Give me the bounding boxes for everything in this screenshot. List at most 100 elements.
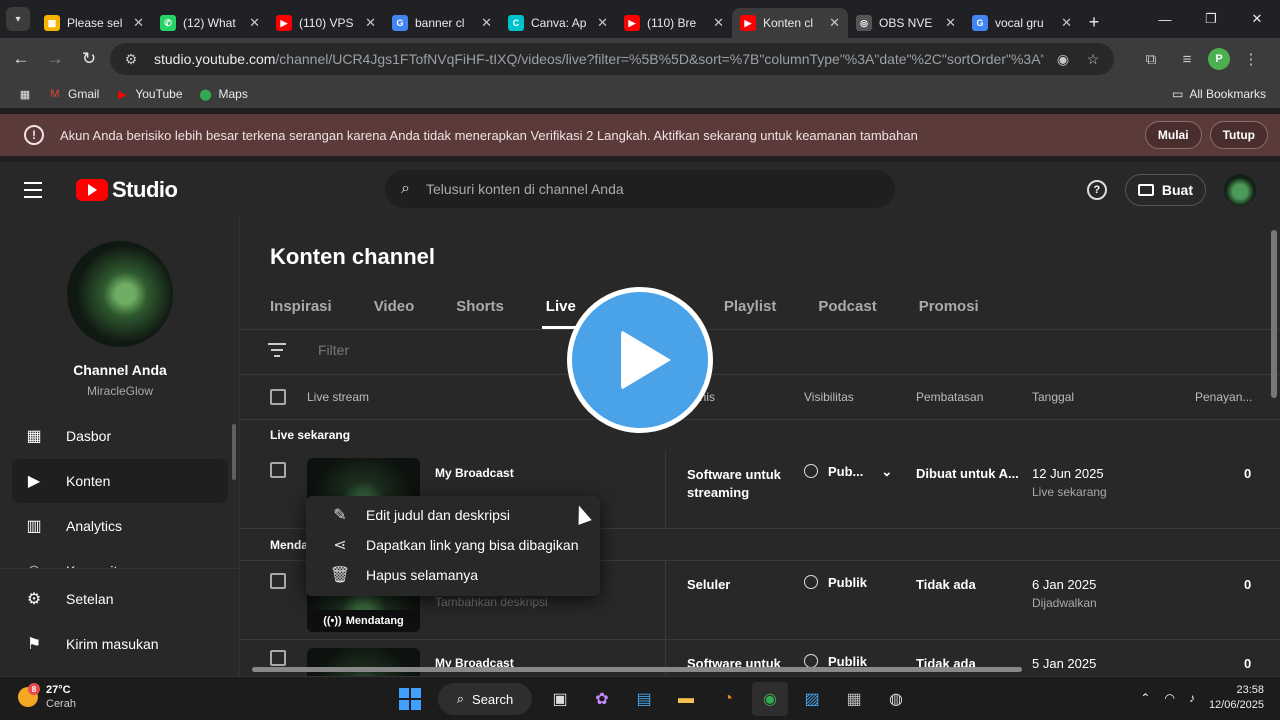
help-icon[interactable]: ? (1086, 180, 1107, 200)
tab-podcast[interactable]: Podcast (818, 298, 876, 328)
calculator-icon[interactable]: ▦ (836, 682, 872, 716)
dismiss-button[interactable]: Tutup (1209, 121, 1268, 149)
studio-logo[interactable]: Studio (76, 177, 178, 203)
profile-avatar[interactable]: P (1208, 48, 1230, 70)
column-restrictions[interactable]: Pembatasan (916, 390, 983, 404)
tab-shorts[interactable]: Shorts (456, 298, 504, 328)
close-tab-icon[interactable]: ✕ (133, 15, 144, 31)
photos-icon[interactable]: ▨ (794, 682, 830, 716)
blender-icon[interactable]: ◔ (710, 682, 746, 716)
browser-tab[interactable]: ▦ Please sel ✕ (36, 8, 152, 38)
tab-inspiration[interactable]: Inspirasi (270, 298, 332, 328)
clock[interactable]: 23:58 12/06/2025 (1209, 683, 1264, 713)
address-bar[interactable]: ⚙ studio.youtube.com/channel/UCR4Jgs1FTo… (110, 43, 1114, 75)
close-tab-icon[interactable]: ✕ (365, 15, 376, 31)
extensions-icon[interactable]: ⧉ (1136, 44, 1166, 74)
wifi-icon[interactable]: ◠ (1164, 691, 1174, 705)
account-avatar[interactable] (1224, 174, 1256, 206)
hamburger-menu-icon[interactable] (24, 182, 48, 198)
visibility-select[interactable]: Publik (804, 575, 867, 590)
media-icon[interactable]: ≡ (1172, 44, 1202, 74)
create-button[interactable]: Buat (1124, 174, 1206, 206)
page-vertical-scrollbar[interactable] (1271, 230, 1277, 398)
column-live-stream[interactable]: Live stream (307, 390, 369, 404)
eye-off-icon[interactable]: ◉ (1052, 48, 1074, 70)
volume-icon[interactable]: ♪ (1189, 691, 1195, 705)
reload-icon[interactable]: ↻ (72, 42, 106, 76)
close-tab-icon[interactable]: ✕ (1061, 15, 1072, 31)
visibility-select[interactable]: Pub... ⌄ (804, 464, 892, 480)
tab-search-icon[interactable]: ▾ (6, 7, 30, 31)
menu-item-share-link[interactable]: ⋖ Dapatkan link yang bisa dibagikan (306, 530, 600, 560)
row-checkbox[interactable] (270, 462, 286, 478)
restriction-value[interactable]: Dibuat untuk A... (916, 466, 1019, 481)
site-info-icon[interactable]: ⚙ (120, 48, 142, 70)
sidebar-item-content[interactable]: ▶ Konten (12, 459, 228, 503)
menu-item-edit[interactable]: ✎ Edit judul dan deskripsi (306, 500, 600, 530)
menu-icon[interactable]: ⋮ (1236, 44, 1266, 74)
close-window-icon[interactable]: ✕ (1234, 0, 1280, 38)
row-checkbox[interactable] (270, 650, 286, 666)
store-icon[interactable]: ▤ (626, 682, 662, 716)
browser-tab[interactable]: Gbanner cl ✕ (384, 8, 500, 38)
browser-tab[interactable]: ▶ (110) VPS ✕ (268, 8, 384, 38)
all-bookmarks[interactable]: ▭ All Bookmarks (1172, 87, 1266, 101)
browser-tab[interactable]: ▶ (110) Bre ✕ (616, 8, 732, 38)
close-tab-icon[interactable]: ✕ (713, 15, 724, 31)
sidebar-scrollbar[interactable] (232, 424, 236, 480)
sidebar-item-analytics[interactable]: ▥ Analytics (12, 504, 228, 548)
star-icon[interactable]: ☆ (1082, 48, 1104, 70)
tab-live[interactable]: Live (541, 298, 580, 329)
search-input[interactable]: ⌕ Telusuri konten di channel Anda (385, 170, 895, 208)
apps-icon[interactable]: ▦ (18, 87, 32, 101)
browser-tab[interactable]: ✆ (12) What ✕ (152, 8, 268, 38)
table-horizontal-scrollbar[interactable] (252, 667, 1022, 672)
video-description[interactable]: Tambahkan deskripsi (435, 595, 548, 609)
close-tab-icon[interactable]: ✕ (945, 15, 956, 31)
column-views[interactable]: Penayan... (1195, 390, 1252, 404)
copilot-icon[interactable]: ✿ (584, 682, 620, 716)
back-icon[interactable]: ← (4, 42, 38, 76)
row-checkbox[interactable] (270, 573, 286, 589)
sidebar-item-settings[interactable]: ⚙ Setelan (12, 577, 228, 621)
bookmark-gmail[interactable]: M Gmail (48, 87, 99, 101)
taskbar-search[interactable]: ⌕ Search (438, 683, 532, 715)
obs-icon[interactable]: ◍ (878, 682, 914, 716)
close-tab-icon[interactable]: ✕ (597, 15, 608, 31)
windows-logo-icon (399, 688, 421, 710)
file-explorer-icon[interactable]: ▬ (668, 682, 704, 716)
close-tab-icon[interactable]: ✕ (481, 15, 492, 31)
column-visibility[interactable]: Visibilitas (804, 390, 854, 404)
sidebar-item-feedback[interactable]: ⚑ Kirim masukan (12, 622, 228, 666)
bookmark-youtube[interactable]: ▶ YouTube (115, 87, 182, 101)
new-tab-button[interactable]: + (1080, 12, 1108, 33)
browser-tab[interactable]: C Canva: Ap ✕ (500, 8, 616, 38)
browser-tab[interactable]: ◎ OBS NVE ✕ (848, 8, 964, 38)
tab-promotion[interactable]: Promosi (919, 298, 979, 328)
sidebar-item-dashboard[interactable]: ▦ Dasbor (12, 414, 228, 458)
close-tab-icon[interactable]: ✕ (829, 15, 840, 31)
play-button-overlay[interactable] (567, 287, 713, 433)
task-view-icon[interactable]: ▣ (542, 682, 578, 716)
weather-widget[interactable]: 8 27°C Cerah (18, 683, 76, 711)
menu-item-delete[interactable]: 🗑 Hapus selamanya (306, 560, 600, 590)
browser-tab[interactable]: Gvocal gru ✕ (964, 8, 1080, 38)
column-date[interactable]: Tanggal (1032, 390, 1074, 404)
forward-icon[interactable]: → (38, 42, 72, 76)
chevron-up-icon[interactable]: ⌃ (1140, 691, 1150, 705)
maximize-icon[interactable]: ❐ (1188, 0, 1234, 38)
minimize-icon[interactable]: — (1142, 0, 1188, 38)
tab-playlist[interactable]: Playlist (724, 298, 777, 328)
start-button[interactable] (392, 682, 428, 716)
select-all-checkbox[interactable] (270, 389, 286, 405)
tab-video[interactable]: Video (374, 298, 415, 328)
chrome-icon[interactable]: ◉ (752, 682, 788, 716)
live-icon: ((•)) (323, 615, 342, 627)
start-button[interactable]: Mulai (1144, 121, 1202, 149)
channel-avatar[interactable] (67, 241, 173, 347)
filter-bar[interactable]: Filter (268, 342, 349, 358)
browser-tab[interactable]: ▶ Konten cl ✕ (732, 8, 848, 38)
close-tab-icon[interactable]: ✕ (249, 15, 260, 31)
bookmark-maps[interactable]: ⬤ Maps (199, 87, 248, 101)
video-title[interactable]: My Broadcast (435, 466, 514, 480)
